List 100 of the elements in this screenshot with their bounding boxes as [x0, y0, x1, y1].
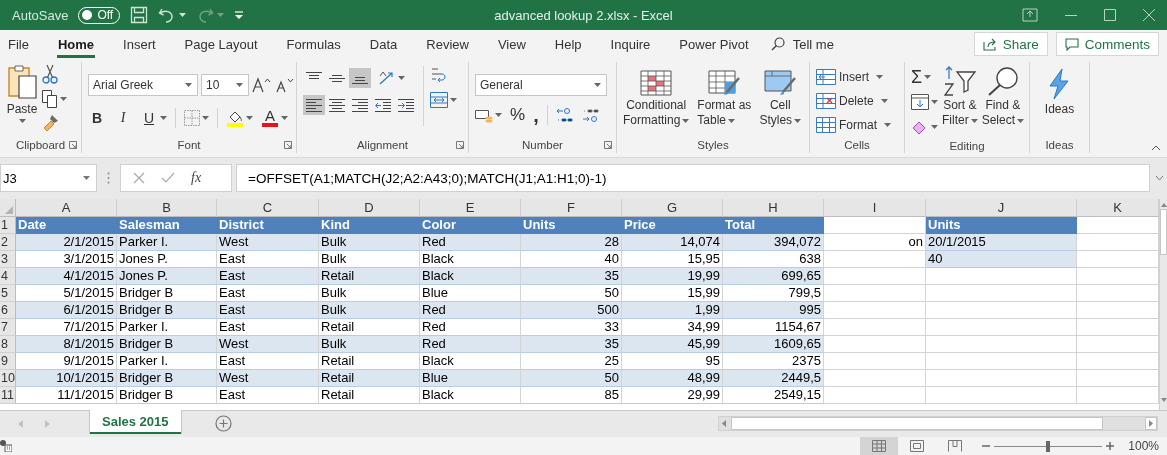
caret-icon[interactable]: [246, 116, 253, 120]
zoom-in-icon[interactable]: [1106, 442, 1115, 450]
row-number[interactable]: 1: [0, 217, 16, 234]
column-letter[interactable]: J: [926, 199, 1077, 217]
view-button[interactable]: [860, 437, 899, 455]
caret-icon[interactable]: [179, 13, 187, 17]
zoom-slider[interactable]: [994, 439, 1103, 453]
ribbon-tab[interactable]: File: [7, 30, 30, 58]
customize-toolbar-icon[interactable]: [234, 10, 245, 20]
font-size-field[interactable]: 10: [201, 74, 249, 96]
ribbon-tab[interactable]: Insert: [122, 30, 157, 58]
horizontal-scrollbar[interactable]: [718, 416, 1158, 431]
alignment-button[interactable]: [303, 95, 325, 115]
empty-cell[interactable]: [926, 387, 1077, 404]
column-letter[interactable]: A: [16, 199, 117, 217]
cut-icon[interactable]: [42, 64, 58, 84]
scrollbar-thumb[interactable]: [731, 417, 1103, 430]
dialog-launcher-icon[interactable]: [456, 141, 464, 149]
caret-icon[interactable]: [970, 118, 978, 123]
caret-icon[interactable]: [931, 100, 938, 104]
find-select-button[interactable]: Find & Select: [981, 66, 1025, 128]
insert-cells-button[interactable]: Insert: [816, 66, 883, 88]
row-number[interactable]: 6: [0, 302, 16, 319]
scroll-down-icon[interactable]: [1160, 398, 1167, 402]
caret-icon[interactable]: [884, 123, 891, 127]
merge-center-icon[interactable]: [430, 92, 448, 108]
row-number[interactable]: 10: [0, 370, 16, 387]
paste-button[interactable]: Paste: [6, 64, 38, 123]
caret-icon[interactable]: [60, 97, 67, 101]
caret-icon[interactable]: [728, 118, 736, 123]
row-number[interactable]: 11: [0, 387, 16, 404]
vertical-scrollbar[interactable]: [1159, 199, 1167, 410]
delete-cells-button[interactable]: Delete: [816, 90, 888, 112]
caret-icon[interactable]: [1017, 118, 1025, 123]
format-painter-icon[interactable]: [42, 114, 60, 132]
row-number[interactable]: 5: [0, 285, 16, 302]
bold-button[interactable]: B: [88, 110, 106, 126]
column-letter[interactable]: H: [723, 199, 824, 217]
caret-icon[interactable]: [495, 113, 502, 117]
row-number[interactable]: 3: [0, 251, 16, 268]
tell-me-search[interactable]: Tell me: [770, 30, 834, 58]
borders-icon[interactable]: [184, 110, 200, 126]
ideas-button[interactable]: Ideas: [1044, 68, 1075, 117]
column-letter[interactable]: C: [217, 199, 319, 217]
empty-cell[interactable]: [926, 370, 1077, 387]
ribbon-tab[interactable]: Power Pivot: [678, 30, 750, 58]
alignment-button[interactable]: [349, 68, 371, 88]
conditional-formatting-button[interactable]: Conditional Formatting: [623, 70, 690, 128]
italic-button[interactable]: I: [114, 110, 132, 126]
row-number[interactable]: 4: [0, 268, 16, 285]
ribbon-tab[interactable]: Inquire: [609, 30, 652, 58]
ribbon-tab[interactable]: Review: [425, 30, 470, 58]
caret-icon[interactable]: [924, 75, 932, 79]
caret-icon[interactable]: [202, 116, 209, 120]
empty-cell[interactable]: [926, 353, 1077, 370]
caret-icon[interactable]: [682, 118, 690, 123]
enter-icon[interactable]: [161, 172, 175, 184]
decrease-font-size-icon[interactable]: [275, 77, 295, 93]
underline-button[interactable]: U: [140, 110, 158, 126]
ribbon-tab[interactable]: Page Layout: [183, 30, 259, 58]
empty-cell[interactable]: [926, 302, 1077, 319]
format-as-table-button[interactable]: Format as Table: [697, 70, 752, 128]
dialog-launcher-icon[interactable]: [69, 141, 77, 149]
scroll-up-icon[interactable]: [1160, 203, 1167, 207]
font-name-field[interactable]: Arial Greek: [88, 74, 198, 96]
caret-icon[interactable]: [594, 83, 601, 87]
caret-icon[interactable]: [931, 125, 938, 129]
orientation-icon[interactable]: [378, 70, 396, 86]
caret-icon[interactable]: [450, 98, 457, 102]
row-number[interactable]: 9: [0, 353, 16, 370]
comments-button[interactable]: Comments: [1055, 32, 1159, 56]
add-sheet-icon[interactable]: [214, 415, 232, 432]
zoom-out-icon[interactable]: [982, 442, 991, 450]
increase-decimal-icon[interactable]: [555, 107, 574, 123]
zoom-level[interactable]: 100%: [1128, 439, 1159, 453]
expand-formula-bar-icon[interactable]: [1156, 176, 1163, 180]
ribbon-tab[interactable]: Help: [553, 30, 583, 58]
column-letter[interactable]: F: [521, 199, 622, 217]
ribbon-tab[interactable]: View: [496, 30, 527, 58]
ribbon-display-icon[interactable]: [1022, 8, 1038, 22]
slider-thumb[interactable]: [1046, 441, 1051, 452]
cell-styles-button[interactable]: Cell Styles: [759, 70, 802, 128]
caret-icon[interactable]: [83, 176, 90, 180]
empty-cell[interactable]: [926, 285, 1077, 302]
caret-icon[interactable]: [18, 119, 26, 123]
column-letter[interactable]: K: [1077, 199, 1159, 217]
font-color-button[interactable]: A: [261, 109, 279, 127]
row-number[interactable]: 2: [0, 234, 16, 251]
caret-icon[interactable]: [160, 116, 167, 120]
percent-style-button[interactable]: %: [510, 105, 526, 125]
fill-down-icon[interactable]: [911, 94, 929, 110]
sheet-tab[interactable]: Sales 2015: [90, 410, 181, 434]
close-icon[interactable]: [1143, 9, 1155, 21]
dialog-launcher-icon[interactable]: [284, 141, 292, 149]
increase-font-size-icon[interactable]: [252, 77, 272, 93]
collapse-ribbon-icon[interactable]: [1151, 145, 1161, 151]
empty-cell[interactable]: [926, 268, 1077, 285]
dialog-launcher-icon[interactable]: [604, 141, 612, 149]
formula-field[interactable]: =OFFSET(A1;MATCH(J2;A2:A43;0);MATCH(J1;A1:H1;0)-1): [236, 164, 1150, 192]
save-icon[interactable]: [130, 6, 149, 24]
